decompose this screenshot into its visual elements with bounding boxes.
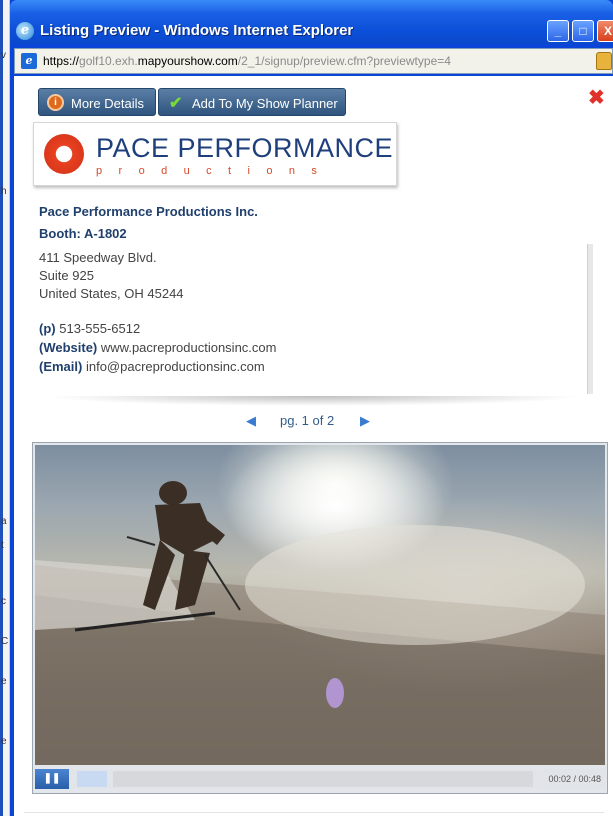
- ie-popup-window: e Listing Preview - Windows Internet Exp…: [10, 0, 613, 816]
- company-name: Pace Performance Productions Inc.: [39, 204, 258, 219]
- add-to-show-planner-button[interactable]: ✔ Add To My Show Planner: [158, 88, 346, 116]
- website-line: (Website) www.pacreproductionsinc.com: [39, 340, 276, 355]
- bottom-divider: [24, 812, 604, 813]
- logo-mark-icon: [44, 134, 84, 174]
- background-page-border: [0, 0, 3, 816]
- pause-button[interactable]: ❚❚: [35, 769, 69, 789]
- close-window-button[interactable]: X: [597, 20, 613, 42]
- window-title: Listing Preview - Windows Internet Explo…: [40, 22, 354, 39]
- minimize-button[interactable]: _: [547, 20, 569, 42]
- address-line: United States, OH 45244: [39, 286, 184, 301]
- time-display: 00:02 / 00:48: [548, 774, 601, 784]
- url-text[interactable]: https://golf10.exh.mapyourshow.com/2_1/s…: [43, 54, 451, 68]
- background-text: C: [1, 636, 9, 647]
- title-bar[interactable]: e Listing Preview - Windows Internet Exp…: [10, 0, 613, 44]
- background-text: t: [1, 540, 4, 551]
- page-indicator: pg. 1 of 2: [280, 413, 335, 428]
- page-icon: e: [21, 53, 37, 69]
- close-icon[interactable]: ✖: [588, 88, 605, 108]
- video-controls: ❚❚ 00:02 / 00:48: [35, 769, 605, 789]
- company-logo: PACE PERFORMANCE productions: [33, 122, 397, 186]
- maximize-button[interactable]: □: [572, 20, 594, 42]
- more-details-button[interactable]: i More Details: [38, 88, 156, 116]
- address-line: Suite 925: [39, 268, 94, 283]
- email-label: (Email): [39, 359, 83, 374]
- url-path: /2_1/signup/preview.cfm?previewtype=4: [237, 54, 451, 68]
- background-text: e: [1, 676, 7, 687]
- ie-logo-icon: e: [16, 22, 34, 40]
- background-text: a: [1, 516, 7, 527]
- url-scheme: https://: [43, 54, 80, 68]
- listing-preview-content: i More Details ✔ Add To My Show Planner …: [14, 76, 613, 816]
- info-scrollbar[interactable]: [587, 244, 593, 394]
- phone-label: (p): [39, 321, 56, 336]
- previous-page-icon[interactable]: ◀: [246, 413, 256, 429]
- address-bar[interactable]: e https://golf10.exh.mapyourshow.com/2_1…: [14, 48, 613, 74]
- url-subdomain: golf10.exh.: [79, 54, 138, 68]
- background-text: v: [1, 50, 6, 61]
- booth-number: Booth: A-1802: [39, 226, 127, 241]
- volume-slider[interactable]: [77, 771, 107, 787]
- section-divider: [44, 396, 584, 406]
- video-player: ❚❚ 00:02 / 00:48: [32, 442, 608, 794]
- background-text: c: [1, 596, 6, 607]
- seek-bar[interactable]: [113, 771, 533, 787]
- info-icon: i: [47, 94, 64, 111]
- lock-icon[interactable]: [596, 52, 612, 70]
- next-page-icon[interactable]: ▶: [360, 413, 370, 429]
- checkmark-icon: ✔: [169, 95, 183, 112]
- website-link[interactable]: www.pacreproductionsinc.com: [101, 340, 277, 355]
- address-line: 411 Speedway Blvd.: [39, 250, 157, 265]
- website-label: (Website): [39, 340, 98, 355]
- phone-value: 513-555-6512: [59, 321, 141, 336]
- email-link[interactable]: info@pacreproductionsinc.com: [86, 359, 265, 374]
- phone-line: (p) 513-555-6512: [39, 321, 140, 336]
- url-host: mapyourshow.com: [137, 54, 238, 68]
- more-details-label: More Details: [71, 96, 144, 111]
- logo-subtitle: productions: [96, 165, 334, 177]
- email-line: (Email) info@pacreproductionsinc.com: [39, 359, 265, 374]
- background-text: e: [1, 736, 7, 747]
- logo-name: PACE PERFORMANCE: [96, 133, 394, 163]
- video-frame-image[interactable]: [35, 445, 605, 765]
- add-to-planner-label: Add To My Show Planner: [192, 96, 338, 111]
- background-text: h: [1, 186, 7, 197]
- skier-scene: [35, 445, 605, 765]
- background-page-strip: v h a t c C e e: [0, 0, 10, 816]
